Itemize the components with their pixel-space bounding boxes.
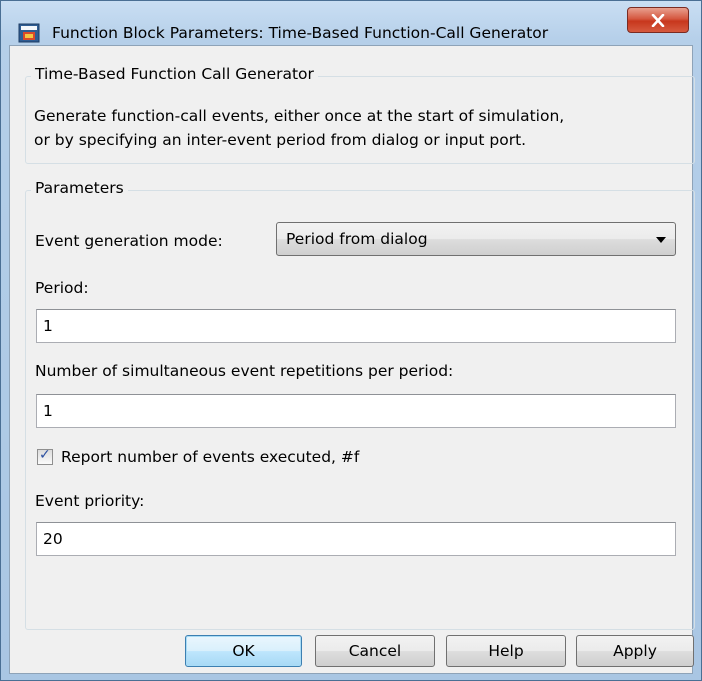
period-label: Period: [35, 279, 89, 297]
description-line-2: or by specifying an inter-event period f… [34, 131, 527, 149]
checkmark-icon: ✓ [39, 447, 51, 463]
repetitions-label: Number of simultaneous event repetitions… [35, 362, 454, 380]
help-button[interactable]: Help [446, 635, 566, 667]
description-line-1: Generate function-call events, either on… [34, 107, 565, 125]
title-bar[interactable]: Function Block Parameters: Time-Based Fu… [1, 1, 701, 45]
cancel-button[interactable]: Cancel [315, 635, 435, 667]
close-button[interactable] [627, 7, 689, 33]
ok-button[interactable]: OK [185, 635, 302, 667]
dialog-client-area: Time-Based Function Call Generator Gener… [9, 45, 695, 674]
event-priority-label: Event priority: [35, 492, 145, 510]
dialog-window: Function Block Parameters: Time-Based Fu… [0, 0, 702, 681]
event-mode-select[interactable]: Period from dialog [276, 222, 676, 256]
report-events-label[interactable]: Report number of events executed, #f [61, 448, 359, 466]
repetitions-input[interactable]: 1 [36, 394, 676, 428]
close-icon [651, 13, 665, 27]
simulink-block-icon [18, 23, 40, 43]
window-title: Function Block Parameters: Time-Based Fu… [52, 24, 549, 42]
event-priority-input[interactable]: 20 [36, 522, 676, 556]
event-mode-label: Event generation mode: [35, 232, 223, 250]
apply-button[interactable]: Apply [576, 635, 694, 667]
period-input[interactable]: 1 [36, 309, 676, 343]
chevron-down-icon [656, 237, 666, 243]
description-group-title: Time-Based Function Call Generator [31, 65, 318, 83]
parameters-group-title: Parameters [31, 179, 128, 197]
event-mode-value: Period from dialog [286, 230, 428, 248]
report-events-checkbox[interactable]: ✓ [37, 447, 53, 465]
